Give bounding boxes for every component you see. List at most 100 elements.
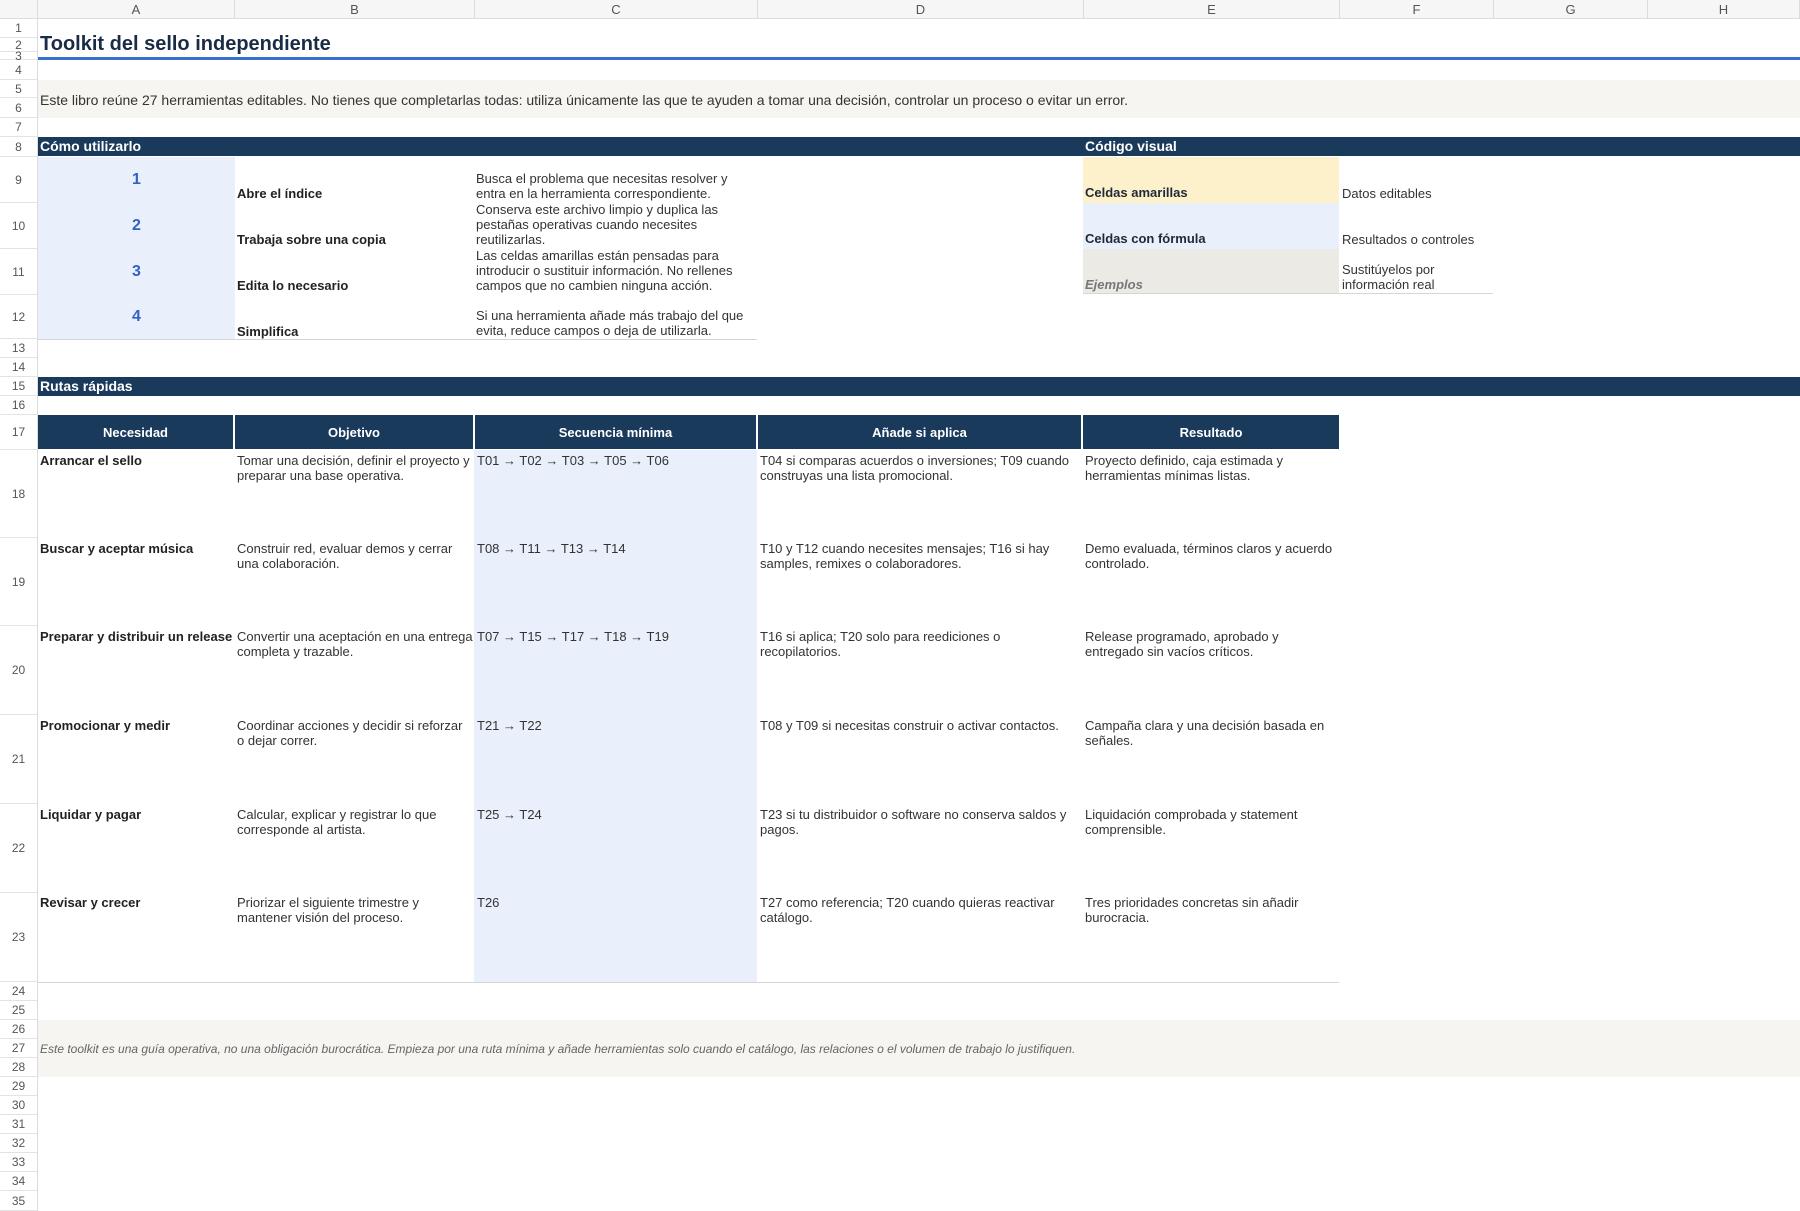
route-result: Demo evaluada, términos claros y acuerdo… — [1085, 541, 1333, 571]
route-goal: Convertir una aceptación en una entrega … — [237, 629, 473, 659]
table-header-necesidad: Necesidad — [38, 415, 235, 449]
route-optional: T23 si tu distribuidor o software no con… — [760, 807, 1067, 837]
route-sequence: T07 → T15 → T17 → T18 → T19 — [477, 629, 669, 644]
route-goal: Tomar una decisión, definir el proyecto … — [237, 453, 470, 483]
column-header-c[interactable]: C — [475, 0, 758, 19]
route-result: Proyecto definido, caja estimada y herra… — [1085, 453, 1283, 483]
route-goal: Construir red, evaluar demos y cerrar un… — [237, 541, 453, 571]
row-header[interactable]: 34 — [0, 1172, 38, 1191]
route-goal: Priorizar el siguiente trimestre y mante… — [237, 895, 420, 925]
row-header[interactable]: 11 — [0, 249, 38, 295]
section-header-codigo: Código visual — [1083, 137, 1800, 156]
route-sequence: T21 → T22 — [477, 718, 542, 733]
row-header[interactable]: 18 — [0, 450, 38, 538]
column-header-d[interactable]: D — [758, 0, 1084, 19]
row-header[interactable]: 24 — [0, 982, 38, 1001]
row-header[interactable]: 22 — [0, 804, 38, 893]
table-header-objetivo: Objetivo — [235, 415, 475, 449]
footer-note: Este toolkit es una guía operativa, no u… — [38, 1020, 1800, 1077]
row-header[interactable]: 23 — [0, 893, 38, 982]
step-name: Simplifica — [237, 324, 299, 339]
title-underline — [38, 57, 1800, 60]
column-header-b[interactable]: B — [235, 0, 475, 19]
column-header-a[interactable]: A — [38, 0, 235, 19]
column-header-f[interactable]: F — [1340, 0, 1494, 19]
code-divider — [1083, 293, 1493, 294]
code-swatch-formula: Celdas con fórmula — [1083, 203, 1339, 249]
code-swatch-example: Ejemplos — [1083, 249, 1339, 293]
row-header[interactable]: 5 — [0, 80, 38, 98]
row-header[interactable]: 31 — [0, 1115, 38, 1134]
route-need: Preparar y distribuir un release — [40, 629, 233, 644]
row-header[interactable]: 29 — [0, 1077, 38, 1096]
row-header[interactable]: 32 — [0, 1134, 38, 1153]
row-header[interactable]: 30 — [0, 1096, 38, 1115]
column-header-g[interactable]: G — [1494, 0, 1648, 19]
row-header[interactable]: 21 — [0, 715, 38, 804]
row-header[interactable]: 3 — [0, 49, 38, 63]
spreadsheet: A B C D E F G H 1 2 3 4 5 6 7 8 9 10 11 12 13 14 15 16 1… — [0, 0, 1800, 1211]
row-header[interactable]: 20 — [0, 626, 38, 715]
step-number: 4 — [38, 295, 235, 339]
route-sequence: T26 — [477, 895, 500, 910]
row-header[interactable]: 16 — [0, 396, 38, 415]
column-header-e[interactable]: E — [1084, 0, 1340, 19]
code-description: Resultados o controles — [1342, 232, 1475, 247]
row-header[interactable]: 8 — [0, 137, 38, 157]
route-result: Tres prioridades concretas sin añadir bu… — [1085, 895, 1299, 925]
table-header-anade: Añade si aplica — [758, 415, 1083, 449]
step-name: Abre el índice — [237, 186, 323, 201]
route-need: Revisar y crecer — [40, 895, 141, 910]
route-optional: T04 si comparas acuerdos o inversiones; … — [760, 453, 1070, 483]
step-number: 2 — [38, 203, 235, 249]
route-goal: Calcular, explicar y registrar lo que co… — [237, 807, 437, 837]
row-header[interactable]: 35 — [0, 1191, 38, 1211]
row-header[interactable]: 10 — [0, 203, 38, 249]
section-header-rutas: Rutas rápidas — [38, 377, 1800, 396]
row-header[interactable]: 1 — [0, 19, 38, 38]
intro-note: Este libro reúne 27 herramientas editabl… — [38, 80, 1800, 118]
row-header[interactable]: 14 — [0, 358, 38, 377]
code-swatch-editable: Celdas amarillas — [1083, 157, 1339, 203]
row-header[interactable]: 12 — [0, 295, 38, 339]
route-optional: T08 y T09 si necesitas construir o activ… — [760, 718, 1059, 733]
section-divider — [38, 339, 757, 340]
route-optional: T10 y T12 cuando necesites mensajes; T16… — [760, 541, 1050, 571]
row-header[interactable]: 4 — [0, 60, 38, 80]
step-name: Edita lo necesario — [237, 278, 349, 293]
column-header-h[interactable]: H — [1648, 0, 1800, 19]
step-description: Busca el problema que necesitas resolver… — [476, 171, 728, 201]
column-headers: A B C D E F G H — [38, 0, 1800, 19]
select-all-corner[interactable] — [0, 0, 38, 19]
row-header[interactable]: 27 — [0, 1039, 38, 1058]
page-title: Toolkit del sello independiente — [40, 33, 331, 55]
route-need: Arrancar el sello — [40, 453, 142, 468]
step-description: Las celdas amarillas están pensadas para… — [476, 248, 733, 293]
step-description: Conserva este archivo limpio y duplica l… — [476, 202, 719, 247]
route-sequence: T25 → T24 — [477, 807, 542, 822]
row-header[interactable]: 19 — [0, 538, 38, 626]
code-description: Sustitúyelos por información real — [1342, 262, 1435, 292]
route-result: Release programado, aprobado y entregado… — [1085, 629, 1279, 659]
row-header[interactable]: 17 — [0, 415, 38, 450]
row-header[interactable]: 7 — [0, 118, 38, 137]
route-goal: Coordinar acciones y decidir si reforzar… — [237, 718, 463, 748]
route-result: Liquidación comprobada y statement compr… — [1085, 807, 1298, 837]
section-header-como: Cómo utilizarlo — [38, 137, 1083, 156]
step-description: Si una herramienta añade más trabajo del… — [476, 308, 744, 338]
row-header[interactable]: 15 — [0, 377, 38, 396]
row-header[interactable]: 6 — [0, 98, 38, 118]
row-header[interactable]: 9 — [0, 157, 38, 203]
route-optional: T16 si aplica; T20 solo para reediciones… — [760, 629, 1001, 659]
table-header-resultado: Resultado — [1083, 415, 1339, 449]
route-sequence: T08 → T11 → T13 → T14 — [477, 541, 626, 556]
row-header[interactable]: 25 — [0, 1001, 38, 1020]
row-header[interactable]: 13 — [0, 339, 38, 358]
step-number: 1 — [38, 157, 235, 203]
row-header[interactable]: 26 — [0, 1020, 38, 1039]
route-optional: T27 como referencia; T20 cuando quieras … — [760, 895, 1055, 925]
route-need: Buscar y aceptar música — [40, 541, 194, 556]
row-header[interactable]: 28 — [0, 1058, 38, 1077]
row-header[interactable]: 33 — [0, 1153, 38, 1172]
route-sequence: T01 → T02 → T03 → T05 → T06 — [477, 453, 669, 468]
